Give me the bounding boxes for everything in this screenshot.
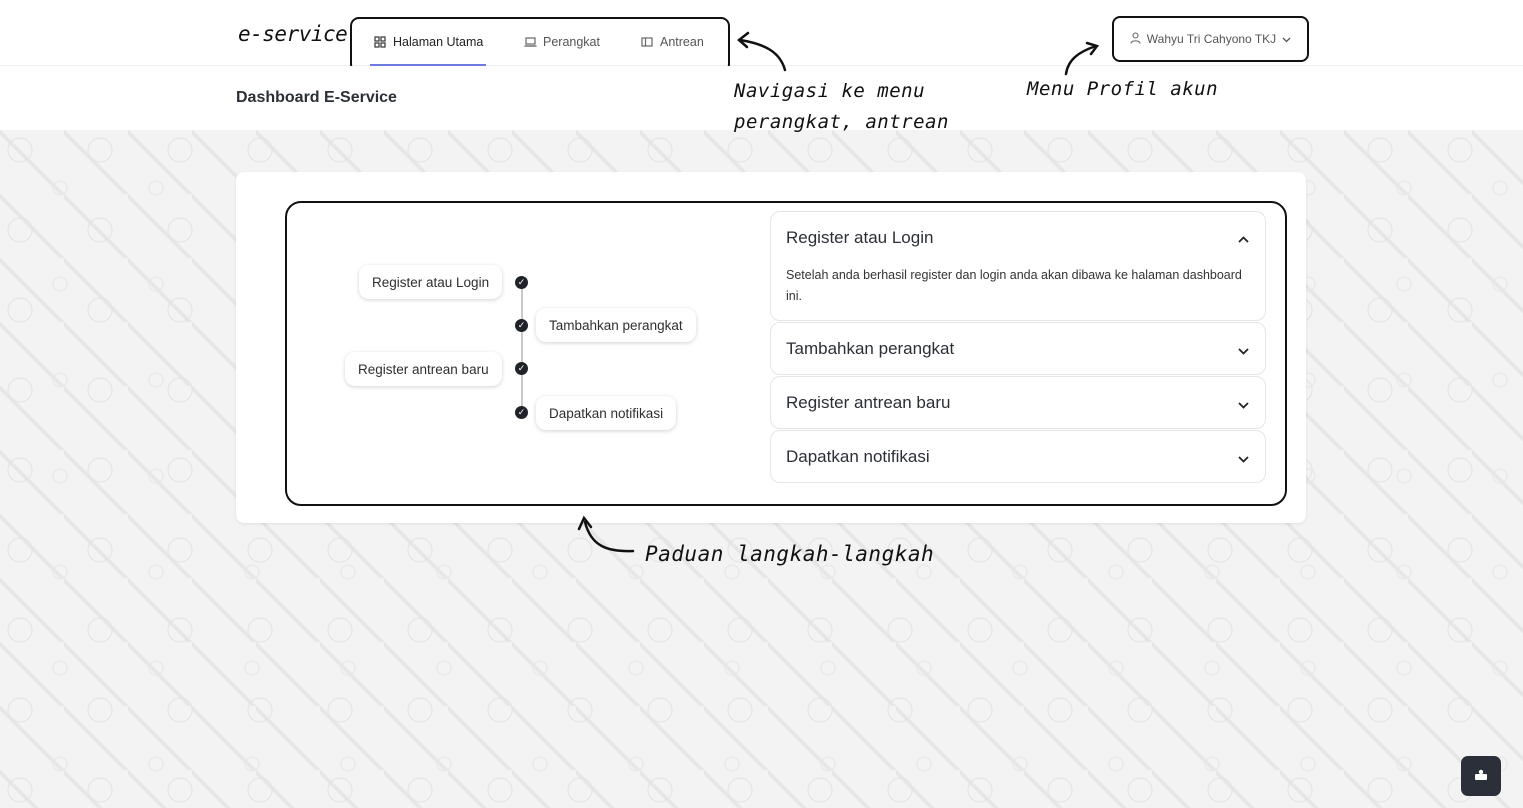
annotation-arrow-profile — [1064, 41, 1100, 76]
chat-icon — [1474, 768, 1488, 784]
annotation-arrow-nav — [737, 31, 787, 72]
profile-menu-button[interactable]: Wahyu Tri Cahyono TKJ — [1112, 16, 1309, 62]
nav-item-label: Antrean — [660, 35, 704, 49]
user-icon — [1130, 31, 1141, 47]
nav-item-halaman-utama[interactable]: Halaman Utama — [374, 31, 483, 53]
nav-item-label: Halaman Utama — [393, 35, 484, 49]
main-nav: Halaman Utama Perangkat Antrean — [350, 17, 730, 73]
nav-item-label: Perangkat — [543, 35, 600, 49]
nav-item-perangkat[interactable]: Perangkat — [524, 31, 600, 53]
annotation-nav-line1: Navigasi ke menu — [734, 80, 926, 102]
brand-logo[interactable]: e-service — [238, 22, 348, 46]
nav-item-antrean[interactable]: Antrean — [641, 31, 704, 53]
profile-name: Wahyu Tri Cahyono TKJ — [1146, 32, 1277, 46]
page-title: Dashboard E-Service — [236, 89, 397, 106]
laptop-icon — [524, 36, 537, 48]
annotation-guide: Paduan langkah-langkah — [645, 542, 935, 566]
annotation-nav-line2: perangkat, antrean — [734, 111, 949, 133]
guide-highlight-frame — [285, 201, 1287, 506]
annotation-arrow-guide — [577, 515, 635, 553]
floating-action-button[interactable] — [1461, 756, 1501, 796]
chevron-down-icon — [1282, 32, 1291, 46]
annotation-profile: Menu Profil akun — [1027, 78, 1219, 100]
grid-icon — [374, 36, 386, 48]
board-icon — [641, 36, 653, 48]
